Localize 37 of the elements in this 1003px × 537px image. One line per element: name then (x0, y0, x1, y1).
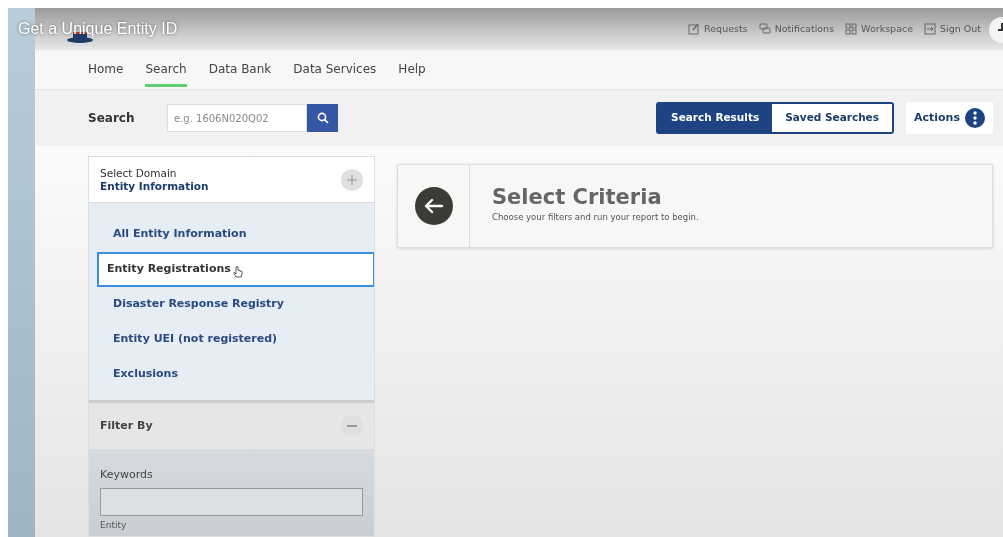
domain-heading: Select Domain (100, 167, 178, 180)
hand-cursor-icon (232, 265, 243, 279)
nav-tab[interactable]: Home (88, 52, 124, 87)
search-label: Search (88, 110, 136, 127)
chat-icon (758, 23, 771, 35)
minus-icon (347, 425, 357, 428)
search-field[interactable]: e.g. 1606N020Q02 (167, 104, 307, 132)
filter-heading: Filter By (100, 417, 153, 434)
nav-tab[interactable]: Search (145, 52, 187, 87)
domain-item[interactable]: Entity Registrations (97, 252, 374, 288)
nav-tab[interactable]: Data Bank (208, 52, 272, 87)
header-link[interactable]: Sign Out (924, 21, 981, 37)
criteria-subtitle: Choose your filters and run your report to begin. (492, 211, 699, 224)
plus-icon (347, 174, 357, 185)
domain-value: Entity Information (100, 179, 209, 193)
exit-icon (924, 23, 937, 35)
more-icon (965, 108, 985, 128)
actions-button[interactable]: Actions (906, 102, 993, 134)
header-link[interactable]: Requests (688, 21, 748, 37)
header-link[interactable]: Notifications (758, 21, 835, 37)
search-button[interactable] (307, 104, 338, 132)
edit-icon (688, 23, 701, 35)
entity-label: Entity (100, 518, 128, 532)
domain-item[interactable]: Disaster Response Registry (97, 287, 374, 323)
domain-item[interactable]: Exclusions (97, 357, 374, 393)
nav-tab[interactable]: Help (398, 52, 426, 87)
header-link[interactable]: Workspace (845, 21, 914, 37)
domain-item[interactable]: All Entity Information (97, 217, 374, 253)
grid-icon (845, 23, 858, 35)
nav-tab[interactable]: Data Services (293, 52, 377, 87)
criteria-title: Select Criteria (492, 187, 663, 208)
view-toggle-button[interactable]: Saved Searches (772, 104, 892, 132)
search-icon (316, 112, 329, 124)
domain-item[interactable]: Entity UEI (not registered) (97, 322, 374, 358)
keywords-label: Keywords (100, 467, 154, 484)
keywords-field[interactable] (100, 487, 363, 516)
view-toggle-button[interactable]: Search Results (658, 104, 773, 132)
